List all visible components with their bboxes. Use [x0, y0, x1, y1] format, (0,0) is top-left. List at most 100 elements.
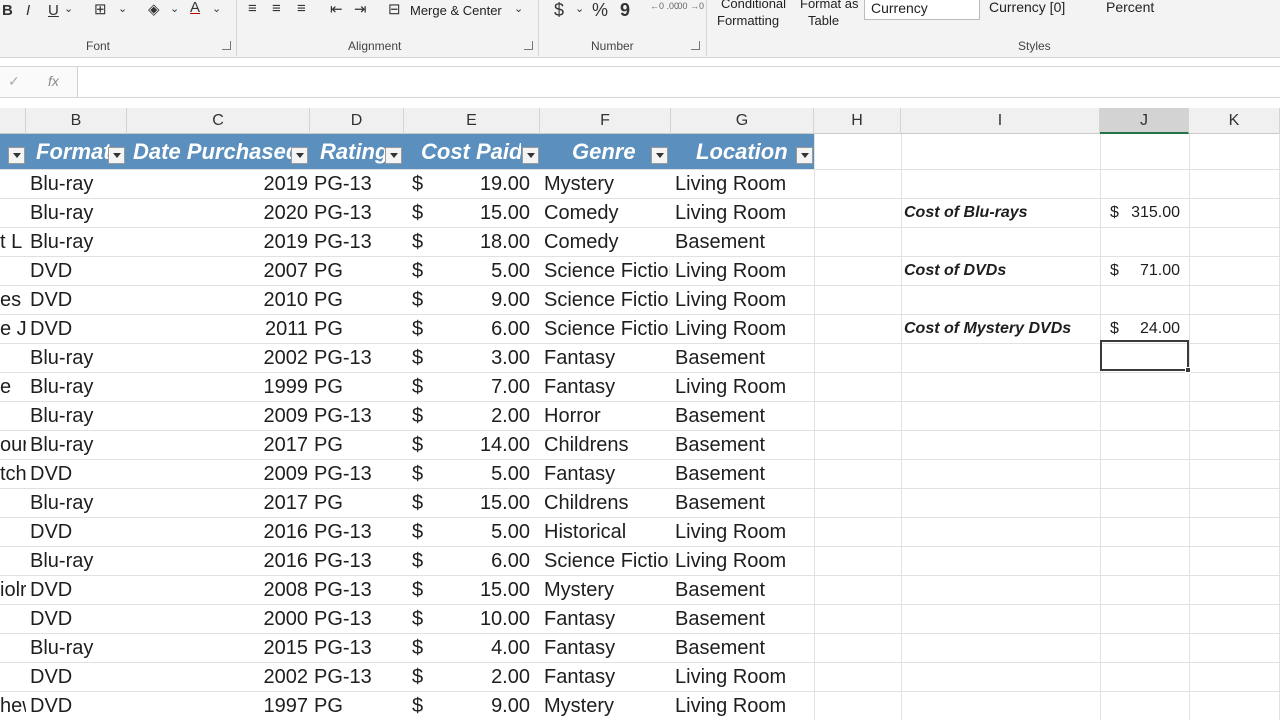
cell-a[interactable]: [0, 198, 26, 227]
cell-a[interactable]: [0, 517, 26, 546]
cell-year[interactable]: 2002: [130, 343, 309, 372]
alignment-dialog-launcher-icon[interactable]: [524, 41, 533, 50]
number-dialog-launcher-icon[interactable]: [691, 41, 700, 50]
cell-loc[interactable]: Basement: [675, 459, 813, 488]
cell-cur[interactable]: $: [412, 372, 436, 401]
cell-format[interactable]: Blu-ray: [30, 227, 126, 256]
conditional-formatting-label-2[interactable]: Formatting: [717, 13, 779, 28]
cell-format[interactable]: DVD: [30, 256, 126, 285]
cell-rating[interactable]: PG: [314, 314, 402, 343]
cell-cost[interactable]: 6.00: [436, 546, 530, 575]
cell-genre[interactable]: Fantasy: [544, 459, 670, 488]
cell-cur[interactable]: $: [412, 517, 436, 546]
cell-cost[interactable]: 15.00: [436, 488, 530, 517]
cell-loc[interactable]: Living Room: [675, 198, 813, 227]
cell-genre[interactable]: Fantasy: [544, 633, 670, 662]
cell-cur[interactable]: $: [412, 488, 436, 517]
cell-format[interactable]: Blu-ray: [30, 633, 126, 662]
cell-a[interactable]: [0, 546, 26, 575]
cell-year[interactable]: 2007: [130, 256, 309, 285]
cell-year[interactable]: 2010: [130, 285, 309, 314]
format-as-table-label-2[interactable]: Table: [808, 13, 839, 28]
cell-a[interactable]: [0, 633, 26, 662]
table-row[interactable]: DVD 2016 PG-13 $5.00 Historical Living Room: [0, 517, 814, 546]
cell-cost[interactable]: 5.00: [436, 459, 530, 488]
cell-format[interactable]: Blu-ray: [30, 198, 126, 227]
italic-button[interactable]: I: [26, 2, 30, 19]
cell-cost[interactable]: 14.00: [436, 430, 530, 459]
cell-cur[interactable]: $: [412, 314, 436, 343]
cell-cur[interactable]: $: [412, 256, 436, 285]
cell-year[interactable]: 2019: [130, 169, 309, 198]
cell-cost[interactable]: 2.00: [436, 401, 530, 430]
cell-format[interactable]: Blu-ray: [30, 343, 126, 372]
fill-color-dropdown-icon[interactable]: ⌄: [170, 2, 179, 15]
cell-genre[interactable]: Historical: [544, 517, 670, 546]
column-header-h[interactable]: H: [814, 108, 901, 134]
fill-color-icon[interactable]: ◈: [148, 0, 160, 18]
table-row[interactable]: t L Blu-ray 2019 PG-13 $18.00 Comedy Basement: [0, 227, 814, 256]
cell-loc[interactable]: Living Room: [675, 314, 813, 343]
cell-loc[interactable]: Living Room: [675, 372, 813, 401]
cell-genre[interactable]: Mystery: [544, 169, 670, 198]
cell-rating[interactable]: PG-13: [314, 227, 402, 256]
cell-rating[interactable]: PG: [314, 285, 402, 314]
cell-genre[interactable]: Childrens: [544, 488, 670, 517]
column-header-d[interactable]: D: [310, 108, 404, 134]
cell-rating[interactable]: PG-13: [314, 343, 402, 372]
cell-rating[interactable]: PG-13: [314, 662, 402, 691]
cell-rating[interactable]: PG-13: [314, 198, 402, 227]
cell-format[interactable]: Blu-ray: [30, 372, 126, 401]
merge-dropdown-icon[interactable]: ⌄: [514, 2, 523, 15]
cell-genre[interactable]: Fantasy: [544, 604, 670, 633]
table-row[interactable]: Blu-ray 2009 PG-13 $2.00 Horror Basement: [0, 401, 814, 430]
cell-a[interactable]: [0, 662, 26, 691]
column-header-k[interactable]: K: [1189, 108, 1280, 134]
cell-loc[interactable]: Living Room: [675, 169, 813, 198]
cell-loc[interactable]: Living Room: [675, 285, 813, 314]
cell-cost[interactable]: 7.00: [436, 372, 530, 401]
cell-a[interactable]: tch: [0, 459, 26, 488]
cell-rating[interactable]: PG-13: [314, 546, 402, 575]
cell-year[interactable]: 2017: [130, 488, 309, 517]
format-as-table-label-1[interactable]: Format as: [800, 0, 859, 11]
cell-genre[interactable]: Comedy: [544, 198, 670, 227]
comma-style-button[interactable]: 9: [620, 0, 630, 21]
cell-year[interactable]: 2016: [130, 546, 309, 575]
column-header-e[interactable]: E: [404, 108, 540, 134]
table-row[interactable]: e Blu-ray 1999 PG $7.00 Fantasy Living Room: [0, 372, 814, 401]
cell-cur[interactable]: $: [412, 546, 436, 575]
cell-loc[interactable]: Basement: [675, 633, 813, 662]
cell-rating[interactable]: PG: [314, 488, 402, 517]
cell-a[interactable]: iolr: [0, 575, 26, 604]
cell-genre[interactable]: Mystery: [544, 691, 670, 720]
cell-a[interactable]: [0, 488, 26, 517]
filter-dropdown-icon[interactable]: [291, 147, 308, 164]
column-header-j[interactable]: J: [1100, 108, 1189, 134]
cell-a[interactable]: es E: [0, 285, 26, 314]
cell-genre[interactable]: Science Fiction: [544, 314, 670, 343]
cell-cost[interactable]: 5.00: [436, 256, 530, 285]
worksheet-grid[interactable]: Format Date Purchased Rating Cost Paid G…: [0, 134, 1280, 720]
cell-loc[interactable]: Basement: [675, 488, 813, 517]
cell-rating[interactable]: PG: [314, 256, 402, 285]
cell-format[interactable]: DVD: [30, 662, 126, 691]
insert-function-icon[interactable]: fx: [48, 73, 59, 89]
cell-a[interactable]: [0, 604, 26, 633]
style-currency-0[interactable]: Currency [0]: [983, 0, 1093, 20]
column-header-f[interactable]: F: [540, 108, 671, 134]
table-row[interactable]: iolr DVD 2008 PG-13 $15.00 Mystery Basement: [0, 575, 814, 604]
font-color-dropdown-icon[interactable]: ⌄: [212, 2, 221, 15]
font-color-icon[interactable]: A: [190, 0, 200, 16]
cell-genre[interactable]: Mystery: [544, 575, 670, 604]
cell-cost[interactable]: 15.00: [436, 575, 530, 604]
merge-center-button[interactable]: Merge & Center: [410, 3, 502, 18]
cell-loc[interactable]: Living Room: [675, 517, 813, 546]
cell-cur[interactable]: $: [412, 343, 436, 372]
cell-cost[interactable]: 5.00: [436, 517, 530, 546]
cell-cost[interactable]: 2.00: [436, 662, 530, 691]
cell-year[interactable]: 2009: [130, 459, 309, 488]
cell-a[interactable]: hew: [0, 691, 26, 720]
cell-rating[interactable]: PG-13: [314, 517, 402, 546]
cell-format[interactable]: DVD: [30, 459, 126, 488]
